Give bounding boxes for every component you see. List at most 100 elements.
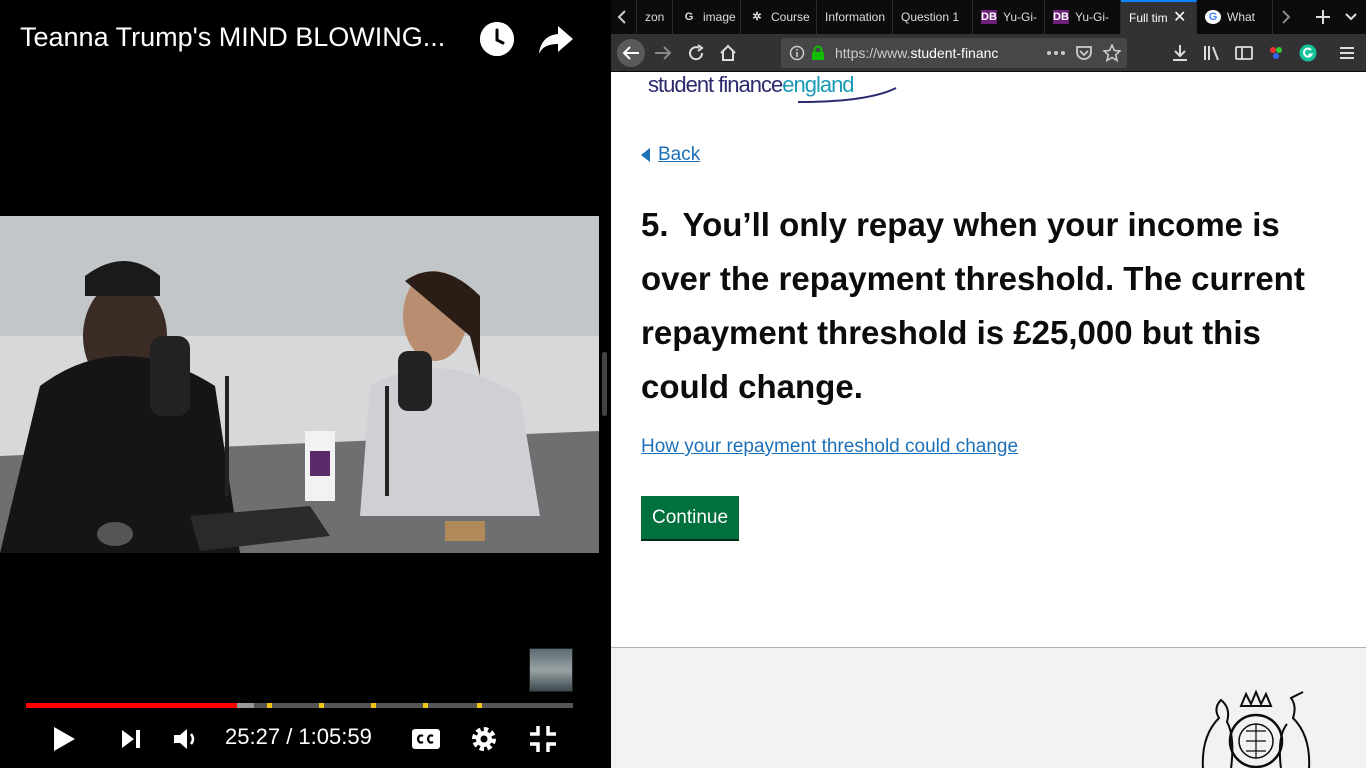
forward-button[interactable]	[649, 39, 677, 67]
question-text: You’ll only repay when your income is ov…	[641, 206, 1305, 405]
channel-watermark-thumbnail[interactable]	[529, 648, 573, 692]
question-heading: 5. You’ll only repay when your income is …	[641, 198, 1341, 414]
new-tab-button[interactable]	[1307, 0, 1337, 34]
chapter-marker[interactable]	[423, 703, 429, 708]
chapter-marker[interactable]	[371, 703, 377, 708]
exit-fullscreen-icon	[530, 726, 556, 752]
back-link[interactable]: Back	[641, 144, 700, 166]
tab-strip: zon Gimage ✲ Course Information Question …	[611, 0, 1366, 34]
home-button[interactable]	[714, 39, 742, 67]
student-finance-england-logo[interactable]: student financeengland	[648, 72, 908, 104]
time-display: 25:27 / 1:05:59	[225, 724, 372, 750]
tab-3[interactable]: Information	[817, 0, 893, 34]
split-resize-handle[interactable]	[602, 352, 607, 416]
hamburger-icon	[1340, 47, 1354, 59]
question-number: 5.	[641, 206, 669, 243]
url-prefix: https://www.	[835, 45, 911, 61]
google-icon: G	[684, 11, 694, 23]
download-icon	[1173, 45, 1187, 61]
exit-fullscreen-button[interactable]	[528, 720, 558, 758]
tab-label: zon	[645, 10, 665, 24]
chevron-right-icon	[1282, 10, 1291, 24]
back-button[interactable]	[617, 39, 645, 67]
video-frame[interactable]	[0, 216, 599, 553]
tabs-scroll-right-button[interactable]	[1273, 0, 1303, 34]
back-link-label: Back	[658, 144, 701, 165]
tab-label: image	[703, 10, 736, 24]
chapter-marker[interactable]	[319, 703, 325, 708]
logo-swoosh-icon	[797, 87, 897, 103]
tab-label: What	[1227, 10, 1256, 24]
color-extension-icon	[1270, 47, 1282, 59]
play-button[interactable]	[48, 720, 80, 758]
grammarly-icon	[1299, 44, 1317, 62]
reload-icon	[689, 44, 704, 61]
tab-label: Question 1	[901, 10, 960, 24]
duelingbook-icon: DB	[981, 10, 997, 24]
next-button[interactable]	[116, 720, 146, 758]
gear-icon	[472, 727, 496, 751]
close-tab-icon[interactable]: ✕	[1173, 10, 1187, 26]
repayment-threshold-link[interactable]: How your repayment threshold could chang…	[641, 436, 1018, 458]
grammarly-button[interactable]	[1294, 39, 1322, 67]
time-separator: /	[286, 724, 299, 749]
progress-bar[interactable]	[26, 703, 573, 708]
play-icon	[54, 727, 75, 751]
watch-later-button[interactable]	[480, 22, 514, 56]
chevron-down-icon	[1345, 13, 1357, 21]
tab-1[interactable]: Gimage	[673, 0, 741, 34]
tabs-scroll-left-button[interactable]	[611, 0, 637, 34]
more-actions-icon[interactable]	[1047, 51, 1065, 55]
url-text: https://www.student-financ	[835, 45, 1013, 61]
video-player[interactable]: Teanna Trump's MIND BLOWING... 25:27 / 1…	[0, 0, 611, 768]
tab-4[interactable]: Question 1	[893, 0, 973, 34]
library-icon	[1204, 46, 1219, 61]
total-time: 1:05:59	[298, 724, 372, 749]
current-time: 25:27	[225, 724, 281, 749]
tab-5[interactable]: DB Yu-Gi-	[973, 0, 1045, 34]
extension-button[interactable]	[1262, 39, 1290, 67]
tab-6[interactable]: DB Yu-Gi-	[1045, 0, 1121, 34]
navigation-toolbar: https://www.student-financ	[611, 34, 1366, 72]
tab-label: Information	[825, 10, 886, 24]
info-icon[interactable]	[789, 45, 805, 61]
tab-2[interactable]: ✲ Course	[741, 0, 817, 34]
arrow-left-icon	[622, 46, 639, 60]
chapter-marker[interactable]	[267, 703, 273, 708]
share-button[interactable]	[538, 24, 574, 56]
tab-label: Yu-Gi-	[1075, 10, 1110, 24]
video-scene-image	[0, 216, 599, 553]
library-button[interactable]	[1198, 39, 1226, 67]
tab-0[interactable]: zon	[637, 0, 673, 34]
page-content: student financeengland Back 5. You’ll onl…	[611, 72, 1366, 768]
sidebar-button[interactable]	[1230, 39, 1258, 67]
bookmark-star-icon[interactable]	[1103, 44, 1121, 62]
progress-played	[26, 703, 238, 708]
duelingbook-icon: DB	[1053, 10, 1069, 24]
tab-label: Full tim	[1129, 11, 1168, 25]
course-icon: ✲	[752, 11, 762, 23]
skip-next-icon	[122, 730, 140, 748]
tab-active[interactable]: Full tim ✕	[1121, 0, 1197, 34]
triangle-left-icon	[641, 148, 650, 162]
tab-8[interactable]: G What	[1197, 0, 1273, 34]
chapter-marker[interactable]	[477, 703, 483, 708]
closed-captions-icon	[412, 729, 440, 749]
url-bar[interactable]: https://www.student-financ	[781, 38, 1127, 68]
settings-button[interactable]	[468, 720, 500, 758]
tab-list-button[interactable]	[1337, 0, 1366, 34]
video-title[interactable]: Teanna Trump's MIND BLOWING...	[20, 22, 470, 53]
clock-icon	[480, 22, 514, 56]
browser-window: zon Gimage ✲ Course Information Question …	[611, 0, 1366, 768]
url-domain: student-financ	[910, 45, 999, 61]
pocket-icon[interactable]	[1075, 45, 1093, 61]
volume-button[interactable]	[170, 720, 202, 758]
captions-button[interactable]	[410, 720, 442, 758]
page-footer	[611, 647, 1366, 768]
reload-button[interactable]	[682, 39, 710, 67]
downloads-button[interactable]	[1166, 39, 1194, 67]
royal-coat-of-arms-icon	[1201, 689, 1311, 768]
continue-button[interactable]: Continue	[641, 496, 739, 539]
menu-button[interactable]	[1333, 39, 1361, 67]
lock-icon[interactable]	[811, 45, 825, 61]
